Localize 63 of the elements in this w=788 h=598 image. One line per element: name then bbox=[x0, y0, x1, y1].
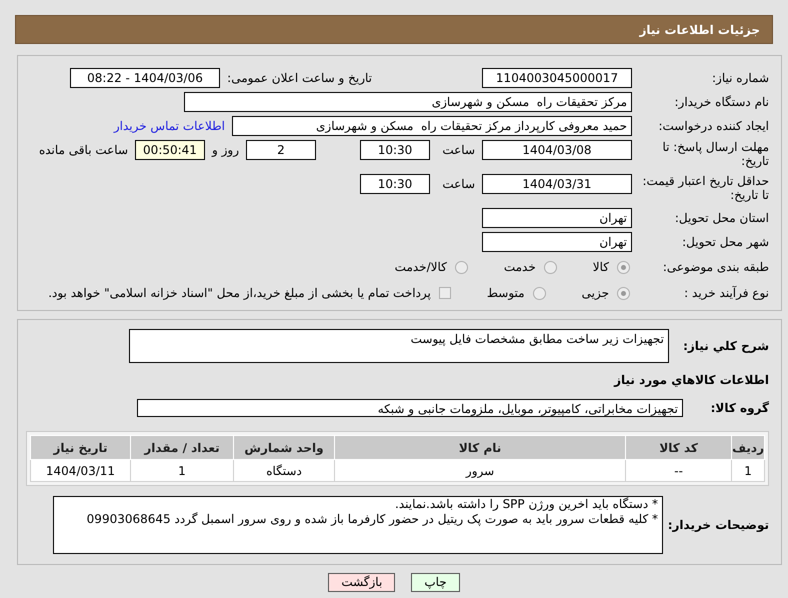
table-cell: سرور bbox=[334, 460, 626, 482]
field-label: ایجاد کننده درخواست: bbox=[657, 119, 769, 133]
note-line: * دستگاه باید اخرین ورژن SPP را داشته باشد.نمایند. bbox=[394, 497, 658, 512]
label-text: پرداخت تمام یا بخشی از مبلغ خرید،از محل "اسناد خزانه اسلامی" خواهد بود. bbox=[48, 285, 431, 302]
field-label: نوع فرآیند خرید : bbox=[683, 286, 769, 300]
radio-button[interactable] bbox=[617, 260, 630, 274]
table-cell: 1 bbox=[130, 460, 234, 482]
field-label: مهلت ارسال پاسخ: تا تاریخ: bbox=[661, 140, 769, 168]
table-cell: 1404/03/11 bbox=[30, 460, 130, 482]
back-button[interactable]: بازگشت bbox=[328, 573, 396, 592]
table-cell: 1 bbox=[732, 460, 764, 482]
column-header: نام کالا bbox=[334, 436, 626, 460]
column-header: واحد شمارش bbox=[234, 436, 334, 460]
radio-button[interactable] bbox=[617, 286, 630, 300]
input-field[interactable]: مرکز تحقیقات راه مسکن و شهرسازی bbox=[184, 92, 632, 112]
input-field[interactable]: تجهیزات مخابراتی، کامپیوتر، موبایل، ملزومات جانبی و شبکه bbox=[137, 399, 683, 417]
label-text: کالا bbox=[592, 259, 609, 276]
field-label: نام دستگاه خریدار: bbox=[674, 95, 769, 109]
text-area[interactable]: تجهیزات زیر ساخت مطابق مشخصات فایل پیوست bbox=[129, 329, 669, 363]
section-title: اطلاعات كالاهاي مورد نياز bbox=[612, 372, 769, 389]
input-field[interactable]: 2 bbox=[246, 140, 316, 160]
column-header: تاریخ نیاز bbox=[30, 436, 130, 460]
table-cell: -- bbox=[626, 460, 732, 482]
column-header: تعداد / مقدار bbox=[130, 436, 234, 460]
column-header: ردیف bbox=[732, 436, 764, 460]
buyer-contact-link[interactable]: اطلاعات تماس خریدار bbox=[114, 117, 225, 135]
field-label: حداقل تاریخ اعتبار قیمت: تا تاریخ: bbox=[641, 174, 769, 202]
input-field[interactable]: 00:50:41 bbox=[135, 140, 205, 160]
field-label: شرح کلي نياز: bbox=[682, 338, 769, 355]
field-label: طبقه بندی موضوعی: bbox=[662, 260, 769, 274]
input-field[interactable]: 1104003045000017 bbox=[482, 68, 632, 88]
label-text: خدمت bbox=[504, 259, 536, 276]
input-field[interactable]: 10:30 bbox=[360, 174, 430, 194]
label-text: ساعت bbox=[441, 176, 475, 193]
radio-button[interactable] bbox=[532, 286, 546, 300]
label-text: ساعت bbox=[441, 142, 475, 159]
field-label: تاریخ و ساعت اعلان عمومی: bbox=[227, 71, 372, 85]
field-label: گروه کالا: bbox=[710, 400, 769, 417]
input-field[interactable]: 1404/03/31 bbox=[482, 174, 632, 194]
label-text: کالا/خدمت bbox=[394, 259, 447, 276]
print-button[interactable]: چاپ bbox=[411, 573, 460, 592]
input-field[interactable]: 1404/03/08 bbox=[482, 140, 632, 160]
label-text: متوسط bbox=[486, 285, 525, 302]
label-text: روز و bbox=[212, 142, 239, 159]
input-field[interactable]: 10:30 bbox=[360, 140, 430, 160]
table-cell: دستگاه bbox=[234, 460, 334, 482]
page-title: جزئیات اطلاعات نیاز bbox=[639, 22, 760, 38]
radio-button[interactable] bbox=[454, 260, 468, 274]
input-field[interactable]: حمید معروفی کارپرداز مرکز تحقیقات راه مسکن و شهرسازی bbox=[232, 116, 632, 136]
input-field[interactable]: 1404/03/06 - 08:22 bbox=[70, 68, 220, 88]
note-line: * کلیه قطعات سرور باید به صورت پک ریتیل در حضور کارفرما باز شده و روی سرور اسمبل گردد 09903068645 bbox=[86, 512, 658, 527]
input-field[interactable]: تهران bbox=[482, 208, 632, 228]
field-label: شماره نیاز: bbox=[711, 71, 769, 85]
label-text: ساعت باقی مانده bbox=[38, 142, 128, 159]
field-label: توضیحات خریدار: bbox=[671, 517, 769, 534]
input-field[interactable]: تهران bbox=[482, 232, 632, 252]
column-header: کد کالا bbox=[626, 436, 732, 460]
radio-button[interactable] bbox=[544, 260, 557, 274]
text-area[interactable]: * دستگاه باید اخرین ورژن SPP را داشته باشد.نمایند. * کلیه قطعات سرور باید به صورت پک ریتیل در حضور کارفرما باز شده و روی سرور اسمبل گردد 09903068645 bbox=[53, 496, 663, 554]
field-label: استان محل تحویل: bbox=[674, 211, 769, 225]
checkbox[interactable] bbox=[438, 287, 451, 299]
field-label: شهر محل تحویل: bbox=[681, 235, 769, 249]
label-text: جزیی bbox=[582, 285, 609, 302]
